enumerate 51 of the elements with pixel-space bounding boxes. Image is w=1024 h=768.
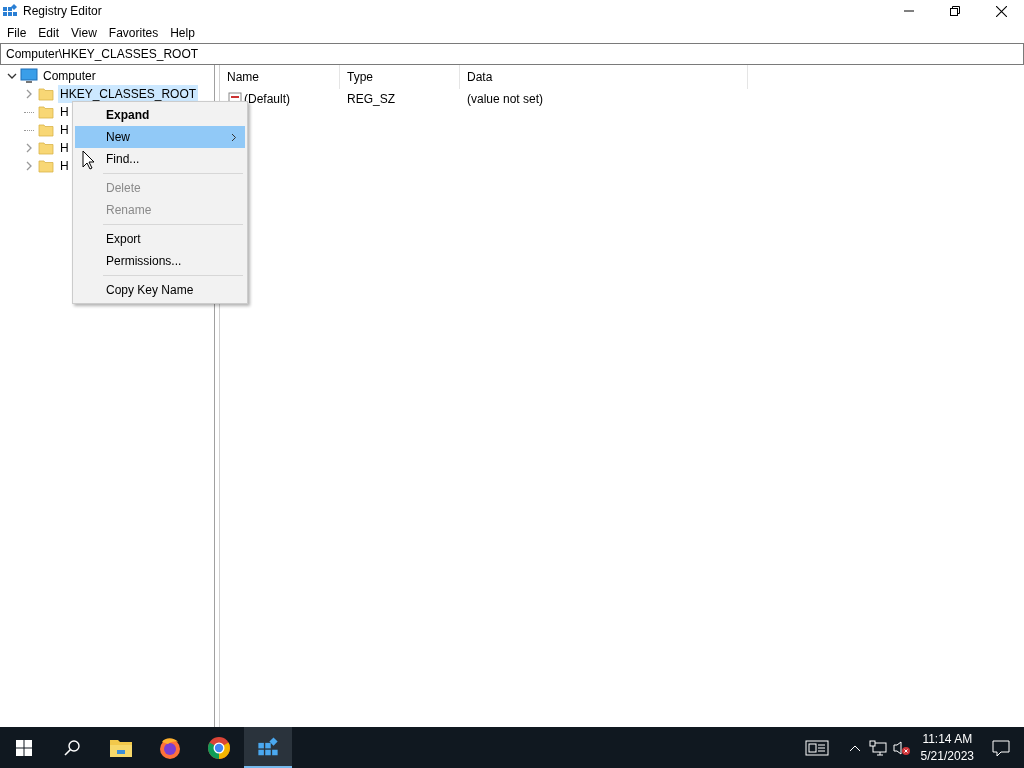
menu-item[interactable]: Export xyxy=(75,228,245,250)
tree-item[interactable]: HKEY_CLASSES_ROOT xyxy=(58,85,199,103)
column-header[interactable]: Type xyxy=(340,65,460,89)
menu-item[interactable]: View xyxy=(65,23,103,42)
address-bar[interactable]: Computer\HKEY_CLASSES_ROOT xyxy=(0,43,1024,65)
chevron-right-icon[interactable] xyxy=(24,89,34,99)
restore-icon xyxy=(950,6,960,16)
menu-item[interactable]: Edit xyxy=(32,23,66,42)
mouse-cursor-icon xyxy=(82,150,95,170)
tree-item[interactable]: H xyxy=(58,121,71,139)
tree-item[interactable]: H xyxy=(58,157,71,175)
chrome-icon xyxy=(207,735,231,760)
menu-item[interactable]: Copy Key Name xyxy=(75,279,245,301)
menu-item[interactable]: Help xyxy=(164,23,201,42)
table-cell-text: REG_SZ xyxy=(346,91,396,108)
menu-item[interactable]: Find... xyxy=(75,148,245,170)
table-cell-text: (Default) xyxy=(244,91,290,108)
menu-item[interactable]: New xyxy=(75,126,245,148)
column-header[interactable]: Data xyxy=(460,65,748,89)
windows-logo-icon xyxy=(16,739,32,756)
registry-editor-icon xyxy=(257,735,279,758)
menu-item[interactable]: Expand xyxy=(75,104,245,126)
registry-editor-taskbar-button[interactable] xyxy=(244,727,292,768)
tree-item[interactable]: Computer xyxy=(43,67,96,85)
column-header[interactable]: Name xyxy=(220,65,340,89)
folder-icon xyxy=(38,158,54,174)
folder-icon xyxy=(109,737,133,758)
tree-item[interactable]: H xyxy=(58,139,71,157)
folder-icon xyxy=(38,122,54,138)
menu-item[interactable]: Favorites xyxy=(102,23,165,42)
clock-time[interactable]: 11:14 AM xyxy=(922,730,973,748)
chevron-down-icon[interactable] xyxy=(7,71,17,81)
news-icon[interactable] xyxy=(804,739,829,756)
notification-icon[interactable] xyxy=(992,738,1010,757)
search-icon xyxy=(63,738,81,757)
window-title: Registry Editor xyxy=(23,3,102,20)
menu-item[interactable]: File xyxy=(1,23,33,42)
close-icon xyxy=(995,5,1007,17)
computer-icon xyxy=(20,68,38,84)
tree-item[interactable]: H xyxy=(58,103,71,121)
chevron-up-icon[interactable] xyxy=(848,743,861,752)
firefox-icon xyxy=(158,735,182,760)
folder-icon xyxy=(38,86,54,102)
table-cell-text: (value not set) xyxy=(466,91,544,108)
network-icon[interactable] xyxy=(868,739,887,756)
menu-item[interactable]: Permissions... xyxy=(75,250,245,272)
clock-date[interactable]: 5/21/2023 xyxy=(920,747,974,765)
folder-icon xyxy=(38,140,54,156)
folder-icon xyxy=(38,104,54,120)
registry-editor-icon xyxy=(2,3,18,19)
muted-speaker-icon[interactable] xyxy=(892,739,911,756)
